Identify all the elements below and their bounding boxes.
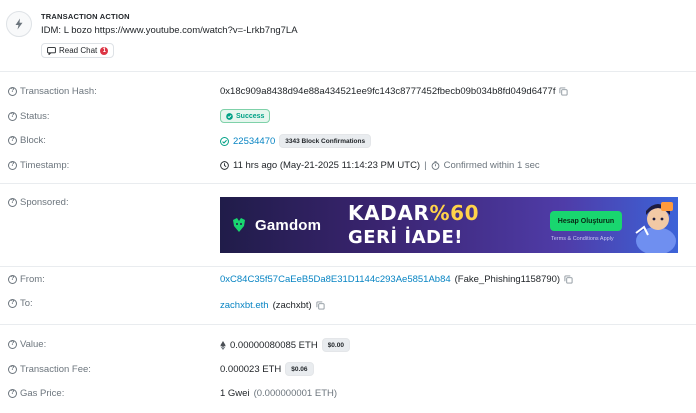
fee-label: Transaction Fee: (20, 364, 91, 375)
ad-terms-text: Terms & Conditions Apply (551, 236, 614, 242)
block-label: Block: (20, 135, 46, 146)
status-value-group: Success (220, 109, 271, 123)
timestamp-label: Timestamp: (20, 160, 70, 171)
divider (0, 266, 696, 267)
divider (0, 183, 696, 184)
check-circle-icon (226, 112, 233, 120)
eth-diamond-icon (220, 340, 226, 350)
from-address-link[interactable]: 0xC84C35f57CaEeB5Da8E31D1144c293Ae5851Ab… (220, 274, 451, 285)
question-circle-icon[interactable]: ? (8, 340, 17, 349)
gas-price-label-group: ? Gas Price: (8, 388, 64, 399)
from-label: From: (20, 274, 45, 285)
question-circle-icon[interactable]: ? (8, 87, 17, 96)
status-text: Success (236, 112, 265, 120)
tx-hash-label: Transaction Hash: (20, 86, 97, 97)
timestamp-value-group: 11 hrs ago (May-21-2025 11:14:23 PM UTC)… (220, 160, 540, 171)
fee-usd-badge: $0.06 (285, 362, 314, 376)
block-label-group: ? Block: (8, 135, 46, 146)
gamdom-logo-icon (233, 218, 245, 232)
chat-icon (47, 46, 56, 55)
ad-character-illustration (635, 202, 676, 253)
status-success-badge: Success (220, 109, 271, 123)
chat-unread-badge: 1 (100, 46, 109, 55)
gas-price-value-group: 1 Gwei (0.000000001 ETH) (220, 388, 337, 399)
sponsored-label: Sponsored: (20, 197, 69, 208)
question-circle-icon[interactable]: ? (8, 275, 17, 284)
to-label: To: (20, 298, 33, 309)
ad-cta-button[interactable]: Hesap Oluşturun (550, 211, 622, 231)
gas-price-amount: 1 Gwei (220, 388, 250, 399)
question-circle-icon[interactable]: ? (8, 198, 17, 207)
gas-price-label: Gas Price: (20, 388, 65, 399)
ad-headline-text: KADAR (348, 201, 430, 225)
timestamp-confirmed: Confirmed within 1 sec (443, 160, 540, 171)
read-chat-button[interactable]: Read Chat 1 (41, 43, 115, 58)
ad-headline: KADAR%60 (348, 202, 479, 225)
check-circle-icon (220, 136, 229, 146)
ad-brand-name: Gamdom (255, 216, 322, 234)
gamdom-logo-group: Gamdom (220, 197, 340, 253)
question-circle-icon[interactable]: ? (8, 136, 17, 145)
gas-price-detail: (0.000000001 ETH) (253, 388, 338, 399)
copy-icon[interactable] (564, 275, 573, 284)
value-label: Value: (20, 339, 47, 350)
stopwatch-icon (431, 161, 439, 170)
fee-amount: 0.000023 ETH (220, 363, 282, 375)
fee-value-group: 0.000023 ETH $0.06 (220, 362, 314, 376)
status-label-group: ? Status: (8, 111, 50, 122)
status-label: Status: (20, 111, 50, 122)
block-confirmations-badge: 3343 Block Confirmations (279, 134, 372, 148)
question-circle-icon[interactable]: ? (8, 365, 17, 374)
copy-icon[interactable] (316, 301, 325, 310)
from-address-tag: (Fake_Phishing1158790) (454, 274, 561, 285)
question-circle-icon[interactable]: ? (8, 161, 17, 170)
clock-icon (220, 161, 229, 170)
sponsored-ad-banner[interactable]: Gamdom KADAR%60 GERİ İADE! Hesap Oluştur… (220, 197, 678, 253)
timestamp-age: 11 hrs ago (May-21-2025 11:14:23 PM UTC) (233, 160, 421, 171)
from-label-group: ? From: (8, 274, 45, 285)
timestamp-separator: | (424, 160, 427, 171)
value-label-group: ? Value: (8, 339, 46, 350)
divider (0, 324, 696, 325)
copy-icon[interactable] (559, 87, 569, 96)
block-number-link[interactable]: 22534470 (233, 136, 275, 147)
question-circle-icon[interactable]: ? (8, 112, 17, 121)
ad-subheadline: GERİ İADE! (348, 227, 463, 248)
to-address-link[interactable]: zachxbt.eth (220, 300, 269, 311)
transaction-action-section: TRANSACTION ACTION IDM: L bozo https://w… (0, 0, 696, 72)
tx-hash-value[interactable]: 0x18c909a8438d94e88a434521ee9fc143c87774… (220, 86, 555, 97)
read-chat-label: Read Chat (59, 46, 98, 55)
to-value-group: zachxbt.eth (zachxbt) (220, 300, 325, 311)
tx-hash-value-group: 0x18c909a8438d94e88a434521ee9fc143c87774… (220, 86, 569, 97)
tx-hash-label-group: ? Transaction Hash: (8, 86, 97, 97)
lightning-icon (6, 11, 32, 37)
fee-label-group: ? Transaction Fee: (8, 364, 91, 375)
question-circle-icon[interactable]: ? (8, 389, 17, 398)
block-value-group: 22534470 3343 Block Confirmations (220, 134, 372, 148)
ad-headline-percent: %60 (429, 201, 480, 225)
transaction-action-title: TRANSACTION ACTION (41, 12, 130, 21)
timestamp-label-group: ? Timestamp: (8, 160, 69, 171)
value-value-group: 0.00000080085 ETH $0.00 (220, 338, 350, 352)
to-address-tag: (zachxbt) (272, 300, 312, 311)
value-amount: 0.00000080085 ETH (230, 339, 318, 351)
to-label-group: ? To: (8, 298, 33, 309)
value-usd-badge: $0.00 (321, 338, 350, 352)
question-circle-icon[interactable]: ? (8, 299, 17, 308)
sponsored-label-group: ? Sponsored: (8, 197, 69, 208)
from-value-group: 0xC84C35f57CaEeB5Da8E31D1144c293Ae5851Ab… (220, 274, 573, 285)
transaction-action-text: IDM: L bozo https://www.youtube.com/watc… (41, 25, 298, 36)
